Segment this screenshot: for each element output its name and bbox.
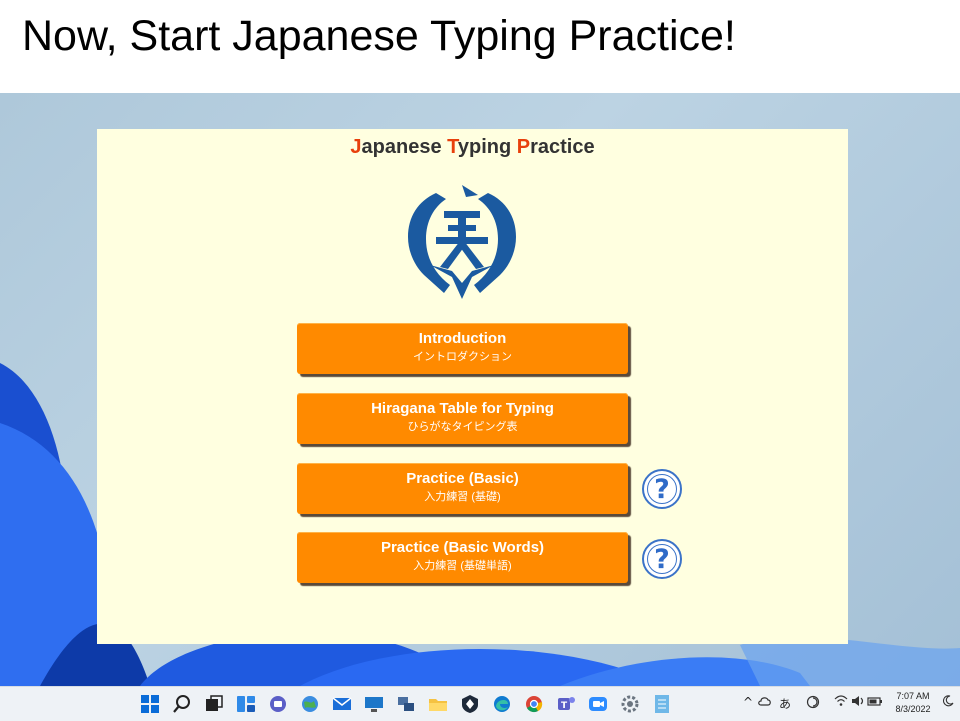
hiragana-table-button[interactable]: Hiragana Table for Typing ひらがなタイピング表 (297, 393, 628, 444)
help-basic-words-icon[interactable]: ? (642, 539, 682, 579)
slide-title: Now, Start Japanese Typing Practice! (22, 12, 736, 60)
edge-icon[interactable] (491, 693, 513, 715)
button-sublabel: ひらがなタイピング表 (407, 421, 518, 433)
taskbar: T ^ あ 7:07 AM 8/3/2022 (0, 686, 960, 721)
tray-chevron-icon[interactable]: ^ (743, 695, 753, 709)
button-sublabel: 入力練習 (基礎単語) (413, 560, 512, 572)
university-emblem-logo (408, 185, 516, 299)
app-window: Japanese Typing Practice Introduction イン… (97, 129, 848, 644)
start-icon[interactable] (139, 693, 161, 715)
app-title: Japanese Typing Practice (97, 136, 848, 159)
button-label: Practice (Basic Words) (380, 539, 545, 556)
wifi-icon[interactable] (834, 695, 848, 710)
zoom-icon[interactable] (587, 693, 609, 715)
app-title-part: P (516, 136, 531, 158)
help-symbol: ? (654, 474, 670, 505)
practice-basic-words-button[interactable]: Practice (Basic Words) 入力練習 (基礎単語) (297, 532, 628, 583)
widgets-icon[interactable] (235, 693, 257, 715)
browser-globe-icon[interactable] (299, 693, 321, 715)
security-icon[interactable] (459, 693, 481, 715)
help-basic-icon[interactable]: ? (642, 469, 682, 509)
button-sublabel: イントロダクション (413, 351, 512, 363)
volume-icon[interactable] (851, 695, 865, 710)
notification-moon-icon[interactable] (942, 695, 954, 710)
chrome-icon[interactable] (523, 693, 545, 715)
desktop: Japanese Typing Practice Introduction イン… (0, 93, 960, 686)
monitor-icon[interactable] (363, 693, 385, 715)
network-icon[interactable] (395, 693, 417, 715)
app-title-part: apanese (361, 136, 448, 158)
clock-time: 7:07 AM (896, 691, 930, 701)
introduction-button[interactable]: Introduction イントロダクション (297, 323, 628, 374)
file-explorer-icon[interactable] (427, 693, 449, 715)
practice-basic-button[interactable]: Practice (Basic) 入力練習 (基礎) (297, 463, 628, 514)
button-label: Introduction (418, 330, 507, 347)
ime-indicator[interactable]: あ (779, 695, 791, 712)
svg-text:T: T (561, 701, 568, 711)
help-symbol: ? (654, 544, 670, 575)
notepad-icon[interactable] (651, 693, 673, 715)
mail-icon[interactable] (331, 693, 353, 715)
chat-icon[interactable] (267, 693, 289, 715)
teams-icon[interactable]: T (555, 693, 577, 715)
ime-mode-icon[interactable] (806, 695, 820, 712)
settings-icon[interactable] (619, 693, 641, 715)
clock-date: 8/3/2022 (895, 704, 931, 714)
battery-icon[interactable] (867, 695, 883, 710)
app-title-part: J (350, 136, 362, 158)
app-title-part: ractice (530, 136, 595, 158)
app-title-part: yping (457, 136, 517, 158)
button-label: Practice (Basic) (406, 470, 519, 487)
button-sublabel: 入力練習 (基礎) (424, 491, 501, 503)
search-icon[interactable] (171, 693, 193, 715)
onedrive-cloud-icon[interactable] (758, 695, 772, 710)
clock[interactable]: 7:07 AM 8/3/2022 (888, 690, 938, 716)
task-view-icon[interactable] (203, 693, 225, 715)
button-label: Hiragana Table for Typing (371, 400, 554, 417)
app-title-part: T (447, 136, 458, 158)
